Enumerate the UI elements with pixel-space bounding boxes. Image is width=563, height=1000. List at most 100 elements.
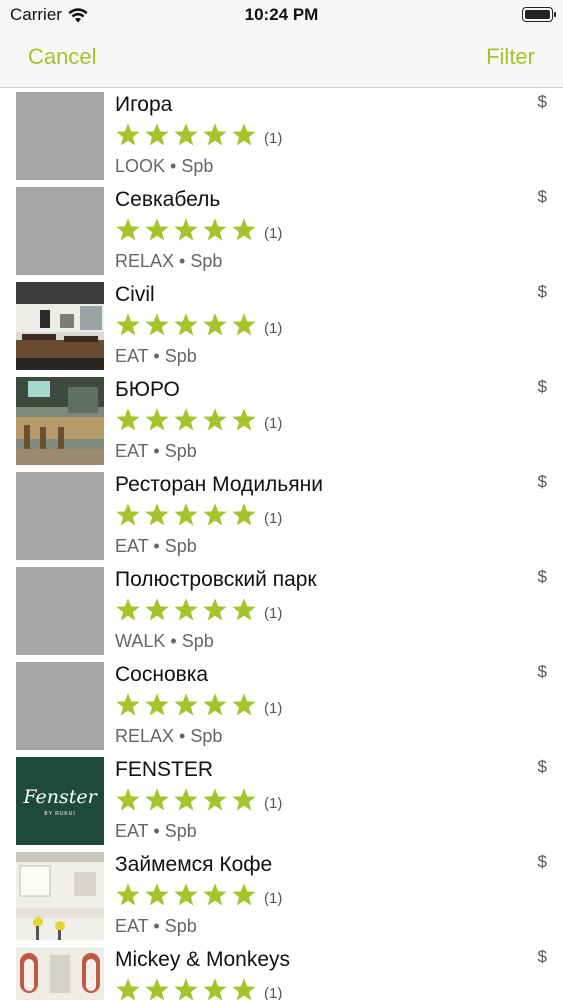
filter-button[interactable]: Filter <box>486 44 535 70</box>
rating: (1) <box>115 977 282 1000</box>
star-icon <box>116 123 140 146</box>
price-level: $ <box>537 947 547 966</box>
star-icon <box>232 408 256 431</box>
place-category: LOOK <box>115 156 166 176</box>
meta-separator: • <box>170 631 177 651</box>
place-name: Ресторан Модильяни <box>115 473 323 496</box>
place-row[interactable]: БЮРО $ (1) EAT • Spb <box>0 374 563 469</box>
place-name: Полюстровский парк <box>115 568 317 591</box>
place-thumbnail <box>16 472 104 560</box>
place-meta: LOOK • Spb <box>115 156 213 177</box>
rating: (1) <box>115 787 282 813</box>
place-city: Spb <box>190 251 223 271</box>
star-icon <box>203 598 227 621</box>
rating-stars <box>115 977 257 1000</box>
place-thumbnail <box>16 187 104 275</box>
meta-separator: • <box>153 916 160 936</box>
price-level: $ <box>537 472 547 491</box>
place-name: Mickey & Monkeys <box>115 948 291 971</box>
star-icon <box>145 313 169 336</box>
star-icon <box>203 978 227 1000</box>
place-city: Spb <box>164 916 197 936</box>
status-bar: Carrier 10:24 PM <box>0 0 563 30</box>
star-icon <box>145 883 169 906</box>
rating: (1) <box>115 597 282 623</box>
star-icon <box>203 503 227 526</box>
star-icon <box>145 408 169 431</box>
place-meta: WALK • Spb <box>115 631 214 652</box>
place-name: Игора <box>115 93 173 116</box>
star-icon <box>174 883 198 906</box>
star-icon <box>116 408 140 431</box>
star-icon <box>174 123 198 146</box>
review-count: (1) <box>264 224 283 242</box>
star-icon <box>203 313 227 336</box>
star-icon <box>174 788 198 811</box>
rating: (1) <box>115 407 282 433</box>
place-category: WALK <box>115 631 166 651</box>
place-city: Spb <box>164 441 197 461</box>
place-thumbnail <box>16 282 104 370</box>
review-count: (1) <box>264 604 283 622</box>
star-icon <box>203 408 227 431</box>
rating-stars <box>115 122 257 148</box>
star-icon <box>203 218 227 241</box>
rating-stars <box>115 407 257 433</box>
place-row[interactable]: Mickey & Monkeys$(1)EAT • Spb <box>0 944 563 1000</box>
place-name: FENSTER <box>115 758 214 781</box>
rating: (1) <box>115 312 282 338</box>
review-count: (1) <box>264 509 283 527</box>
star-icon <box>116 693 140 716</box>
star-icon <box>116 313 140 336</box>
place-name: Civil <box>115 283 155 306</box>
star-icon <box>145 788 169 811</box>
meta-separator: • <box>153 441 160 461</box>
place-name: Севкабель <box>115 188 221 211</box>
star-icon <box>203 883 227 906</box>
price-level: $ <box>537 92 547 111</box>
star-icon <box>174 503 198 526</box>
star-icon <box>203 123 227 146</box>
meta-separator: • <box>153 346 160 366</box>
places-list[interactable]: Игора $ (1) LOOK • Spb Севкабель $ (1) RELAX • … <box>0 89 563 1000</box>
place-category: RELAX <box>115 251 175 271</box>
place-row[interactable]: Fenster BY RUKUI FENSTER $ (1) EAT • Spb <box>0 754 563 849</box>
place-name: Сосновка <box>115 663 209 686</box>
place-city: Spb <box>181 631 214 651</box>
place-category: EAT <box>115 441 149 461</box>
star-icon <box>145 693 169 716</box>
rating-stars <box>115 787 257 813</box>
star-icon <box>116 883 140 906</box>
star-icon <box>116 788 140 811</box>
review-count: (1) <box>264 319 283 337</box>
place-row[interactable]: Займемся Кофе $ (1) EAT • Spb <box>0 849 563 944</box>
rating: (1) <box>115 217 282 243</box>
place-row[interactable]: Civil $ (1) EAT • Spb <box>0 279 563 374</box>
star-icon <box>232 883 256 906</box>
place-meta: EAT • Spb <box>115 536 197 557</box>
place-thumbnail <box>16 92 104 180</box>
star-icon <box>232 978 256 1000</box>
review-count: (1) <box>264 129 283 147</box>
star-icon <box>232 313 256 336</box>
star-icon <box>174 598 198 621</box>
place-row[interactable]: Ресторан Модильяни $ (1) EAT • Spb <box>0 469 563 564</box>
rating-stars <box>115 692 257 718</box>
price-level: $ <box>537 282 547 301</box>
navigation-bar: Cancel Filter <box>0 30 563 88</box>
review-count: (1) <box>264 414 283 432</box>
star-icon <box>116 218 140 241</box>
place-thumbnail <box>16 947 104 1000</box>
place-name: БЮРО <box>115 378 180 401</box>
rating-stars <box>115 597 257 623</box>
place-row[interactable]: Сосновка $ (1) RELAX • Spb <box>0 659 563 754</box>
place-row[interactable]: Игора $ (1) LOOK • Spb <box>0 89 563 184</box>
review-count: (1) <box>264 984 283 1000</box>
place-category: EAT <box>115 821 149 841</box>
meta-separator: • <box>179 726 186 746</box>
place-row[interactable]: Полюстровский парк $ (1) WALK • Spb <box>0 564 563 659</box>
place-row[interactable]: Севкабель $ (1) RELAX • Spb <box>0 184 563 279</box>
rating: (1) <box>115 692 282 718</box>
star-icon <box>145 123 169 146</box>
cancel-button[interactable]: Cancel <box>28 44 96 70</box>
